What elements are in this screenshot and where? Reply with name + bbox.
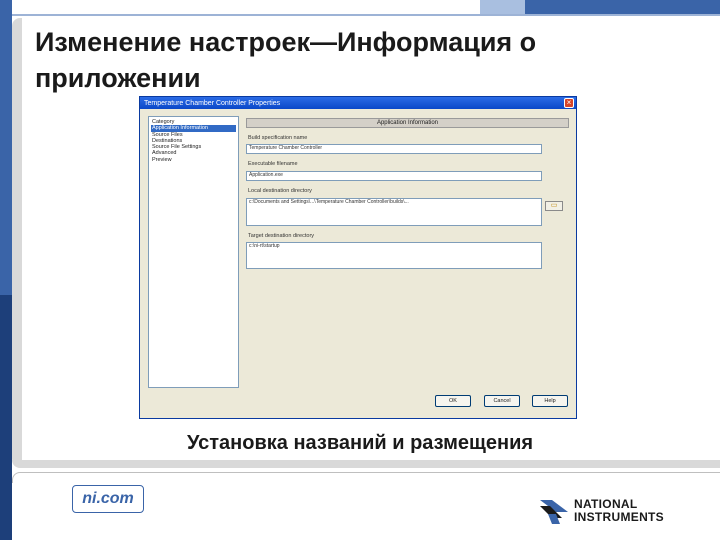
dialog-title: Temperature Chamber Controller Propertie…	[144, 99, 281, 107]
content-frame-left	[12, 18, 22, 466]
top-divider	[12, 14, 720, 16]
logo-line-instruments: INSTRUMENTS	[574, 510, 664, 524]
ni-com-badge[interactable]: ni.com	[72, 485, 144, 513]
category-list[interactable]: Category Application Information Source …	[148, 116, 239, 388]
category-item-preview[interactable]: Preview	[151, 157, 236, 163]
slide-caption: Установка названий и размещения	[186, 432, 534, 454]
exe-name-field[interactable]: Application.exe	[246, 171, 542, 181]
local-destination-field[interactable]: c:\Documents and Settings\...\Temperatur…	[246, 198, 542, 226]
folder-icon[interactable]: ▭	[545, 201, 563, 211]
build-name-label: Build specification name	[248, 135, 308, 141]
close-icon[interactable]: ×	[564, 98, 574, 108]
ok-button[interactable]: OK	[435, 395, 471, 407]
national-instruments-logo: NATIONAL INSTRUMENTS	[538, 494, 688, 528]
footer-divider	[12, 472, 720, 483]
left-accent-bar-dark	[0, 295, 12, 540]
local-destination-label: Local destination directory	[248, 188, 312, 194]
build-name-field[interactable]: Temperature Chamber Controller	[246, 144, 542, 154]
slide-title: Изменение настроек—Информация о приложен…	[35, 27, 537, 93]
top-accent-bar	[525, 0, 720, 14]
top-accent-light	[480, 0, 525, 14]
help-button[interactable]: Help	[532, 395, 568, 407]
target-destination-label: Target destination directory	[248, 233, 315, 239]
content-frame-bottom	[12, 460, 720, 468]
cancel-button[interactable]: Cancel	[484, 395, 520, 407]
target-destination-field[interactable]: c:\ni-rt\startup	[246, 242, 542, 269]
panel-header: Application Information	[246, 118, 569, 128]
exe-name-label: Executable filename	[248, 161, 298, 167]
dialog-titlebar[interactable]: Temperature Chamber Controller Propertie…	[140, 97, 576, 109]
properties-dialog: Temperature Chamber Controller Propertie…	[139, 96, 577, 419]
eagle-logo-icon	[540, 500, 568, 524]
